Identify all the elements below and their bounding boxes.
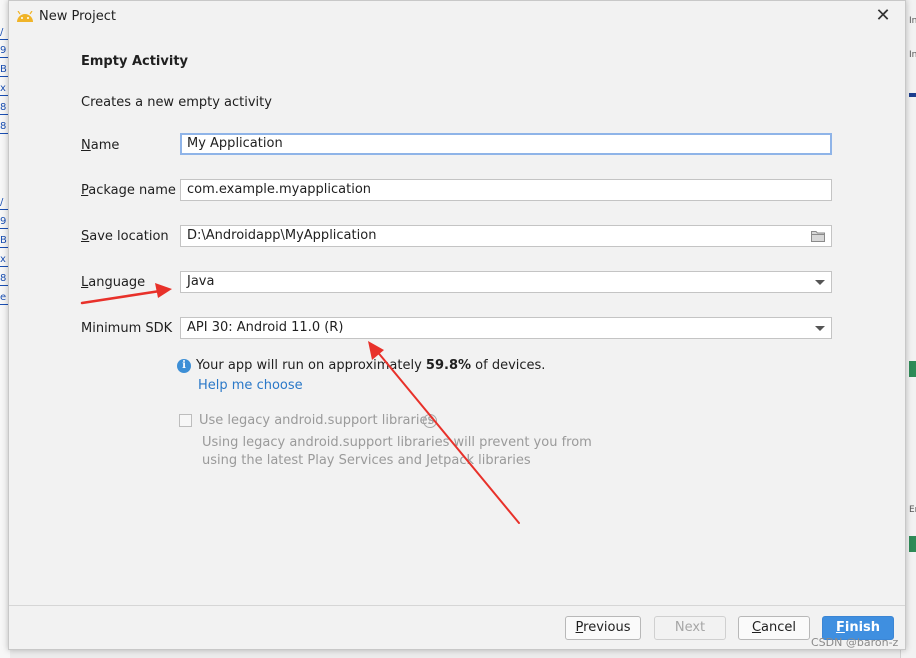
background-text-fragment: In (909, 16, 916, 26)
background-text-fragment: / (0, 26, 8, 40)
name-label-text: ame (90, 138, 120, 153)
next-button[interactable]: Next (654, 616, 726, 640)
save-location-field[interactable]: D:\Androidapp\MyApplication (180, 225, 832, 247)
page-title: Empty Activity (81, 54, 189, 69)
page-subtitle: Creates a new empty activity (81, 95, 272, 110)
background-text-fragment: 9 (0, 45, 8, 58)
background-text-fragment: e (0, 292, 8, 305)
save-location-label: Save location (81, 229, 169, 244)
new-project-dialog: New Project ✕ Empty Activity Creates a n… (8, 0, 906, 650)
info-icon: i (177, 359, 191, 373)
help-icon[interactable]: ? (423, 414, 437, 428)
cancel-button[interactable]: Cancel (738, 616, 810, 640)
previous-mnemonic: P (575, 620, 584, 635)
previous-label: revious (583, 620, 631, 635)
previous-button[interactable]: Previous (565, 616, 641, 640)
save-location-label-text: ave location (89, 229, 169, 244)
language-select[interactable]: Java (180, 271, 832, 293)
background-text-fragment: B (0, 64, 8, 77)
coverage-suffix: of devices. (471, 358, 546, 373)
background-text-fragment: In (909, 50, 916, 60)
background-text-fragment: 8 (0, 121, 8, 134)
window-title: New Project (39, 9, 116, 24)
minimum-sdk-label: Minimum SDK (81, 321, 173, 336)
minimum-sdk-value: API 30: Android 11.0 (R) (187, 320, 344, 335)
dialog-titlebar: New Project ✕ (9, 1, 905, 33)
legacy-support-checkbox[interactable] (179, 414, 192, 427)
language-label-text: anguage (88, 275, 146, 290)
android-icon (17, 11, 33, 22)
language-label: Language (81, 275, 145, 290)
language-value: Java (187, 274, 215, 289)
background-text-fragment: 8 (0, 273, 8, 286)
package-name-label-text: ackage name (88, 183, 176, 198)
footer-divider (9, 605, 905, 606)
cancel-label: ancel (761, 620, 797, 635)
background-bar (909, 93, 916, 97)
chevron-down-icon (815, 326, 825, 331)
device-coverage-text: Your app will run on approximately 59.8%… (196, 358, 545, 373)
package-name-field[interactable]: com.example.myapplication (180, 179, 832, 201)
folder-icon[interactable] (811, 230, 825, 242)
coverage-prefix: Your app will run on approximately (196, 358, 426, 373)
finish-label: inish (844, 620, 881, 635)
background-bar (909, 536, 916, 552)
legacy-support-label: Use legacy android.support libraries (199, 413, 435, 428)
close-icon: ✕ (875, 5, 891, 26)
close-button[interactable]: ✕ (873, 6, 893, 26)
save-location-value: D:\Androidapp\MyApplication (187, 228, 377, 243)
background-bar (909, 361, 916, 377)
cancel-mnemonic: C (751, 620, 762, 635)
name-label-mnemonic: N (81, 138, 91, 153)
name-field[interactable]: My Application (180, 133, 832, 155)
finish-mnemonic: F (835, 620, 845, 635)
background-text-fragment: 8 (0, 102, 8, 115)
background-text-fragment: x (0, 82, 8, 96)
help-me-choose-link[interactable]: Help me choose (198, 378, 303, 393)
background-text-fragment: Em (909, 505, 916, 515)
watermark: CSDN @baron-z (811, 636, 899, 649)
background-text-fragment: 9 (0, 216, 8, 229)
name-label: Name (81, 138, 119, 153)
coverage-percent: 59.8% (425, 358, 472, 373)
background-text-fragment: B (0, 235, 8, 248)
minimum-sdk-select[interactable]: API 30: Android 11.0 (R) (180, 317, 832, 339)
package-name-label: Package name (81, 183, 176, 198)
chevron-down-icon (815, 280, 825, 285)
legacy-support-description: Using legacy android.support libraries w… (202, 435, 592, 468)
background-text-fragment: x (0, 253, 8, 267)
background-text-fragment: / (0, 196, 8, 210)
